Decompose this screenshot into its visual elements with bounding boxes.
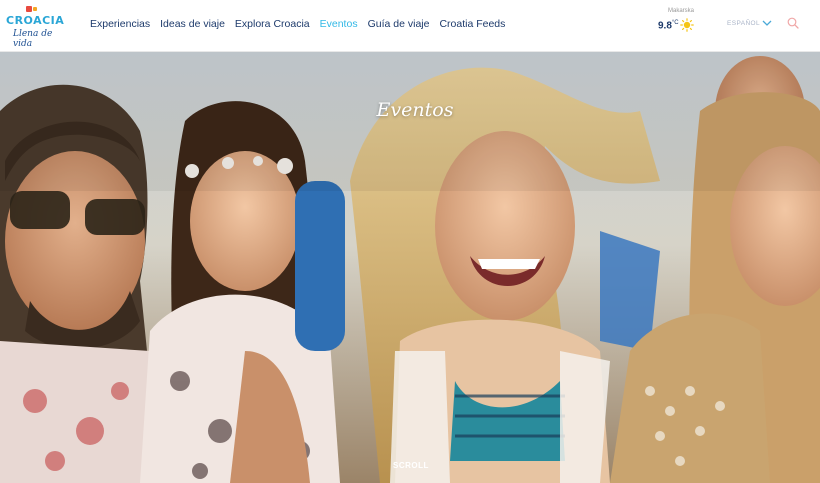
nav-item-croatia-feeds[interactable]: Croatia Feeds xyxy=(439,18,505,30)
logo-wordmark: CROACIA xyxy=(6,14,65,27)
main-nav: Experiencias Ideas de viaje Explora Croa… xyxy=(90,18,515,30)
hero-title: Eventos xyxy=(376,99,454,121)
weather-city: Makarska xyxy=(668,8,695,14)
language-selector[interactable]: ESPAÑOL xyxy=(727,20,760,27)
nav-item-guia-de-viaje[interactable]: Guía de viaje xyxy=(368,18,430,30)
nav-item-explora-croacia[interactable]: Explora Croacia xyxy=(235,18,310,30)
weather-widget: Makarska 9.8°C xyxy=(656,8,700,36)
chevron-down-icon[interactable] xyxy=(762,19,772,27)
weather-unit: °C xyxy=(671,20,679,26)
weather-temperature-value: 9.8 xyxy=(658,20,672,32)
hero-banner: Eventos SCROLL xyxy=(0,51,820,483)
logo-square-red xyxy=(26,6,32,12)
sun-icon xyxy=(680,18,694,32)
logo-tagline: Llena de vida xyxy=(13,29,53,49)
nav-item-experiencias[interactable]: Experiencias xyxy=(90,18,150,30)
site-header: CROACIA Llena de vida Experiencias Ideas… xyxy=(0,0,820,52)
nav-item-ideas-de-viaje[interactable]: Ideas de viaje xyxy=(160,18,225,30)
page: CROACIA Llena de vida Experiencias Ideas… xyxy=(0,0,820,483)
scroll-indicator[interactable]: SCROLL xyxy=(393,461,429,470)
croacia-logo[interactable]: CROACIA Llena de vida xyxy=(6,6,65,49)
weather-temperature: 9.8°C xyxy=(658,20,679,31)
logo-square-yellow xyxy=(33,7,37,11)
nav-item-eventos[interactable]: Eventos xyxy=(320,18,358,30)
search-icon[interactable] xyxy=(787,17,799,29)
